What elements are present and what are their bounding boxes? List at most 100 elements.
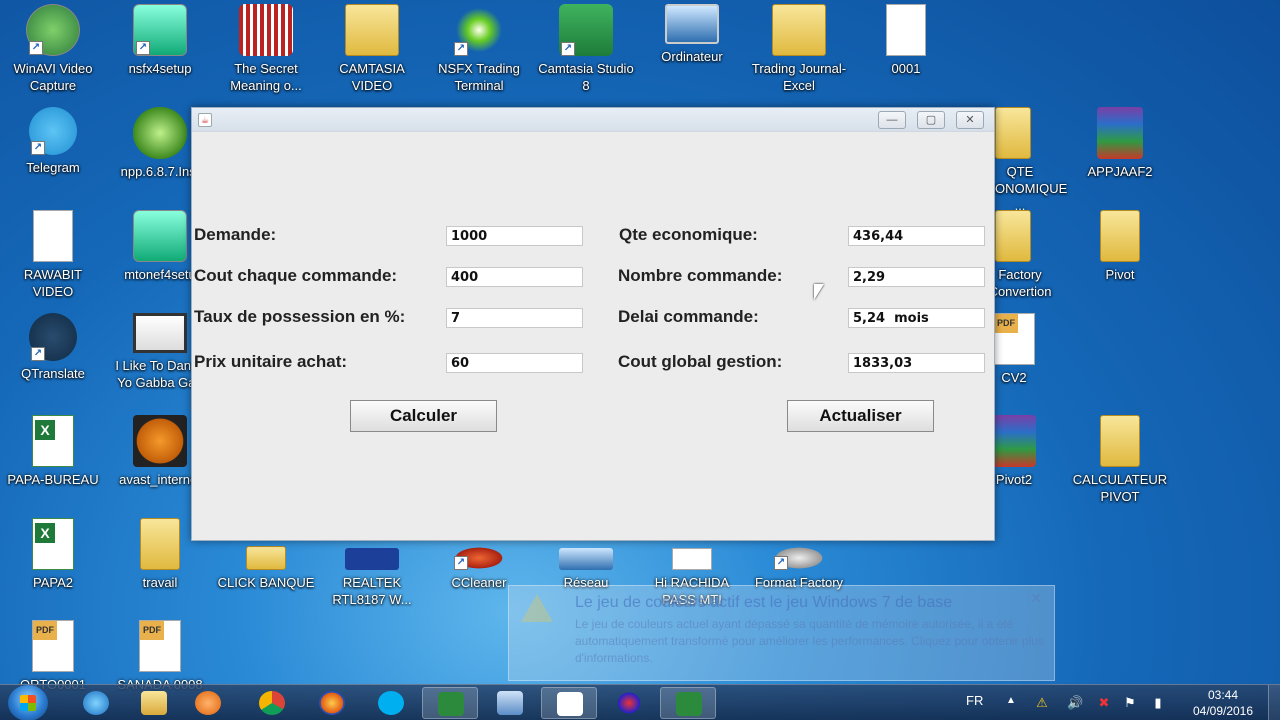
firefox-icon bbox=[319, 691, 345, 715]
desktop-icon-label: CALCULATEUR PIVOT bbox=[1072, 472, 1168, 504]
desktop-icon-appjaaf2[interactable]: APPJAAF2 bbox=[1068, 107, 1172, 180]
desktop-icon-0001[interactable]: 0001 bbox=[854, 4, 958, 77]
show-hidden-icons-icon[interactable]: ▲ bbox=[1006, 695, 1016, 706]
desktop-icon-label: QTranslate bbox=[21, 366, 85, 381]
desktop-icon-label: CLICK BANQUE bbox=[217, 575, 315, 590]
desktop-icon-calculateur-pivot[interactable]: CALCULATEUR PIVOT bbox=[1068, 415, 1172, 505]
minimize-button[interactable]: — bbox=[878, 111, 906, 129]
desktop-icon-secret-meaning[interactable]: The Secret Meaning o... bbox=[214, 4, 318, 94]
taskbar-app[interactable] bbox=[304, 687, 360, 719]
pdf-icon bbox=[139, 620, 181, 672]
trading-terminal-icon: ↗ bbox=[452, 4, 506, 56]
desktop-icon-label: NSFX Trading Terminal bbox=[438, 61, 520, 93]
start-button[interactable] bbox=[8, 685, 48, 720]
calculator-window: ☕ — ▢ ✕ Demande: 1000 Cout chaque comman… bbox=[191, 107, 995, 541]
excel-icon bbox=[32, 518, 74, 570]
taskbar: FR ▲ ⚠ 🔊 ✖ ⚑ ▮ 03:44 04/09/2016 bbox=[0, 684, 1280, 720]
desktop-icon-label: Camtasia Studio 8 bbox=[538, 61, 634, 93]
camtasia-icon: ↗ bbox=[559, 4, 613, 56]
installer-icon: ↗ bbox=[133, 4, 187, 56]
document-icon bbox=[886, 4, 926, 56]
installer-icon bbox=[133, 210, 187, 262]
desktop-icon-papa2[interactable]: PAPA2 bbox=[1, 518, 105, 591]
desktop-icon-label: RAWABIT VIDEO bbox=[23, 267, 83, 299]
desktop-icon-label: PAPA-BUREAU bbox=[7, 472, 99, 487]
winrar-icon bbox=[992, 415, 1036, 467]
input-taux-possession[interactable]: 7 bbox=[446, 308, 583, 328]
output-delai-commande[interactable]: 5,24 mois bbox=[848, 308, 985, 328]
calculate-button[interactable]: Calculer bbox=[350, 400, 497, 432]
network-error-icon[interactable]: ✖ bbox=[1096, 695, 1112, 711]
output-qte-economique[interactable]: 436,44 bbox=[848, 226, 985, 246]
desktop-icon-camtasia-video[interactable]: CAMTASIA VIDEO bbox=[320, 4, 424, 94]
desktop-icon-papa-bureau[interactable]: PAPA-BUREAU bbox=[1, 415, 105, 488]
label-delai-commande: Delai commande: bbox=[618, 307, 759, 326]
desktop-icon-pivot[interactable]: Pivot bbox=[1068, 210, 1172, 283]
desktop-icon-label: APPJAAF2 bbox=[1087, 164, 1153, 179]
camtasia-recorder-icon bbox=[438, 692, 464, 716]
taskbar-app[interactable] bbox=[482, 687, 538, 719]
window-titlebar[interactable]: ☕ — ▢ ✕ bbox=[192, 108, 994, 132]
pdf-icon bbox=[993, 313, 1035, 365]
folder-icon bbox=[140, 518, 180, 570]
folder-icon bbox=[246, 546, 286, 570]
language-indicator[interactable]: FR bbox=[966, 693, 983, 708]
desktop-icon-nsfx4setup[interactable]: ↗ nsfx4setup bbox=[108, 4, 212, 77]
desktop-icon-ordinateur[interactable]: Ordinateur bbox=[640, 4, 744, 65]
camtasia-icon bbox=[676, 692, 702, 716]
chrome-icon bbox=[259, 691, 285, 715]
mouse-cursor bbox=[814, 284, 824, 300]
document-icon bbox=[672, 548, 712, 570]
taskbar-app[interactable] bbox=[541, 687, 597, 719]
chart-file-icon bbox=[239, 4, 293, 56]
signal-icon[interactable]: ▮ bbox=[1150, 695, 1166, 711]
file-explorer-icon bbox=[141, 691, 167, 715]
desktop-icon-label: travail bbox=[142, 575, 178, 590]
desktop-icon-nsfx-terminal[interactable]: ↗ NSFX Trading Terminal bbox=[427, 4, 531, 94]
warning-icon[interactable]: ⚠ bbox=[1034, 695, 1050, 711]
label-prix-unitaire: Prix unitaire achat: bbox=[194, 352, 348, 371]
notification-title: Le jeu de couleurs actif est le jeu Wind… bbox=[575, 594, 953, 611]
taskbar-app[interactable] bbox=[660, 687, 716, 719]
maximize-button[interactable]: ▢ bbox=[917, 111, 945, 129]
close-button[interactable]: ✕ bbox=[956, 111, 984, 129]
warning-icon bbox=[521, 594, 553, 622]
label-qte-economique: Qte economique: bbox=[619, 225, 758, 244]
desktop-icon-camtasia-studio[interactable]: ↗ Camtasia Studio 8 bbox=[534, 4, 638, 94]
desktop-icon-sanada[interactable]: SANADA 0008 bbox=[108, 620, 212, 693]
desktop-icon-winavi[interactable]: ↗ WinAVI Video Capture bbox=[1, 4, 105, 94]
desktop-icon-qtranslate[interactable]: ↗ QTranslate bbox=[1, 313, 105, 382]
desktop-icon-rawabit[interactable]: RAWABIT VIDEO bbox=[1, 210, 105, 300]
realtek-icon bbox=[345, 548, 399, 570]
taskbar-app[interactable] bbox=[422, 687, 478, 719]
taskbar-app[interactable] bbox=[180, 687, 236, 719]
computer-icon bbox=[665, 4, 719, 44]
clock-date: 04/09/2016 bbox=[1192, 704, 1254, 718]
clock[interactable]: 03:44 04/09/2016 bbox=[1180, 687, 1266, 719]
desktop-icon-trading-journal[interactable]: Trading Journal-Excel bbox=[747, 4, 851, 94]
input-prix-unitaire[interactable]: 60 bbox=[446, 353, 583, 373]
taskbar-app[interactable] bbox=[601, 687, 657, 719]
virtualbox-icon bbox=[497, 691, 523, 715]
desktop-icon-orto0001[interactable]: ORTO0001 bbox=[1, 620, 105, 693]
taskbar-app[interactable] bbox=[68, 687, 124, 719]
taskbar-app[interactable] bbox=[363, 687, 419, 719]
desktop-icon-label: PAPA2 bbox=[33, 575, 73, 590]
input-demande[interactable]: 1000 bbox=[446, 226, 583, 246]
label-taux-possession: Taux de possession en %: bbox=[194, 307, 406, 326]
show-desktop-button[interactable] bbox=[1268, 685, 1280, 720]
input-cout-commande[interactable]: 400 bbox=[446, 267, 583, 287]
desktop-icon-label: Ordinateur bbox=[661, 49, 723, 64]
action-center-icon[interactable]: ⚑ bbox=[1122, 695, 1138, 711]
taskbar-app[interactable] bbox=[244, 687, 300, 719]
notification-balloon[interactable]: Le jeu de couleurs actif est le jeu Wind… bbox=[508, 585, 1055, 681]
refresh-button[interactable]: Actualiser bbox=[787, 400, 934, 432]
folder-icon bbox=[995, 107, 1031, 159]
telegram-icon: ↗ bbox=[29, 107, 77, 155]
close-icon[interactable]: ✕ bbox=[1030, 590, 1042, 607]
desktop-icon-telegram[interactable]: ↗ Telegram bbox=[1, 107, 105, 176]
volume-icon[interactable]: 🔊 bbox=[1067, 695, 1083, 711]
output-cout-global[interactable]: 1833,03 bbox=[848, 353, 985, 373]
taskbar-app[interactable] bbox=[126, 687, 182, 719]
output-nombre-commande[interactable]: 2,29 bbox=[848, 267, 985, 287]
